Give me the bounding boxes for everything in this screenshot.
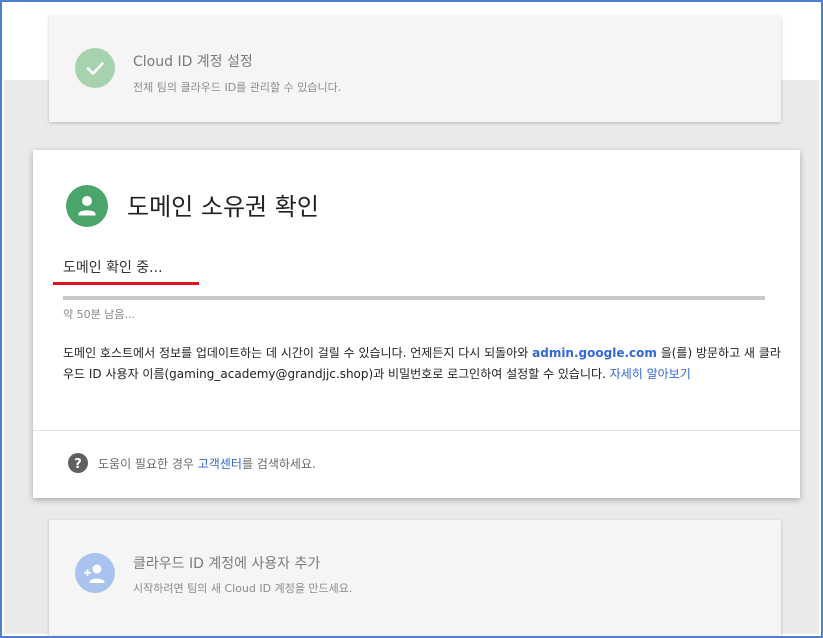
help-circle-icon: ? (68, 453, 88, 473)
step-card-cloud-id-setup[interactable]: Cloud ID 계정 설정 전체 팀의 클라우드 ID를 관리할 수 있습니다… (49, 16, 781, 122)
help-text-suffix: 를 검색하세요. (241, 457, 316, 471)
verification-progress-bar (63, 296, 765, 300)
admin-console-link[interactable]: admin.google.com (532, 346, 657, 360)
add-user-icon (75, 553, 115, 593)
help-text: 도움이 필요한 경우 고객센터를 검색하세요. (98, 455, 316, 472)
person-icon (66, 185, 108, 227)
help-center-link[interactable]: 고객센터 (198, 457, 242, 471)
help-text-prefix: 도움이 필요한 경우 (98, 457, 198, 471)
step-card-add-users[interactable]: 클라우드 ID 계정에 사용자 추가 시작하려면 팀의 새 Cloud ID 계… (49, 520, 781, 636)
step-description: 전체 팀의 클라우드 ID를 관리할 수 있습니다. (133, 81, 342, 94)
step-description: 시작하려면 팀의 새 Cloud ID 계정을 만드세요. (133, 582, 353, 595)
verification-info-text: 도메인 호스트에서 정보를 업데이트하는 데 시간이 걸릴 수 있습니다. 언제… (63, 343, 785, 385)
check-icon (75, 48, 115, 88)
card-divider (33, 430, 800, 431)
step-title: Cloud ID 계정 설정 (133, 54, 253, 70)
info-text-part1: 도메인 호스트에서 정보를 업데이트하는 데 시간이 걸릴 수 있습니다. 언제… (63, 346, 533, 360)
svg-text:?: ? (74, 457, 82, 472)
verification-status: 도메인 확인 중... (63, 260, 163, 276)
time-remaining: 약 50분 남음... (63, 308, 135, 321)
learn-more-link[interactable]: 자세히 알아보기 (610, 367, 691, 381)
step-title: 클라우드 ID 계정에 사용자 추가 (133, 556, 321, 572)
page-title: 도메인 소유권 확인 (127, 193, 319, 221)
step-card-domain-verification: 도메인 소유권 확인 도메인 확인 중... 약 50분 남음... 도메인 호… (33, 150, 800, 498)
screenshot-frame: Cloud ID 계정 설정 전체 팀의 클라우드 ID를 관리할 수 있습니다… (0, 0, 823, 638)
annotation-underline (53, 282, 199, 285)
